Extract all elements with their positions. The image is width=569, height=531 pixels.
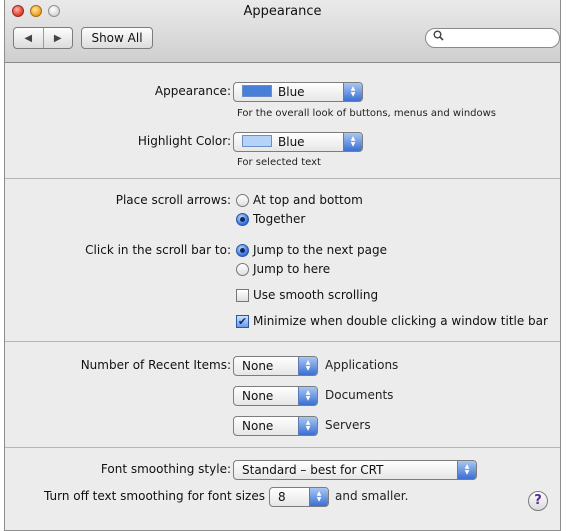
click-scroll-label: Click in the scroll bar to:	[85, 243, 231, 257]
scroll-arrows-option-together[interactable]: Together	[236, 212, 305, 226]
search-icon	[433, 30, 444, 44]
highlight-value: Blue	[278, 135, 305, 149]
radio-label: At top and bottom	[253, 193, 363, 207]
highlight-popup[interactable]: Blue ▲ ▼	[233, 132, 363, 152]
popup-arrows-icon: ▲ ▼	[298, 417, 317, 435]
click-scroll-option-next-page[interactable]: Jump to the next page	[236, 243, 387, 257]
section-divider	[5, 178, 560, 179]
radio-label: Together	[253, 212, 306, 226]
scroll-arrows-label: Place scroll arrows:	[115, 193, 231, 207]
popup-arrows-icon: ▲ ▼	[457, 461, 476, 479]
radio-label: Jump to the next page	[253, 243, 388, 257]
appearance-label: Appearance:	[154, 84, 231, 98]
forward-button[interactable]: ▶	[44, 28, 73, 48]
section-divider	[5, 447, 560, 448]
popup-arrows-icon: ▲ ▼	[343, 133, 362, 151]
radio-button-icon	[236, 243, 249, 257]
recent-documents-popup[interactable]: None ▲ ▼	[233, 386, 318, 406]
highlight-label: Highlight Color:	[137, 134, 231, 148]
help-button[interactable]: ?	[528, 491, 548, 511]
font-size-value: 8	[278, 490, 286, 504]
radio-label: Jump to here	[253, 262, 331, 276]
radio-button-icon	[236, 212, 249, 226]
recent-documents-value: None	[242, 389, 274, 403]
scroll-arrows-option-top-bottom[interactable]: At top and bottom	[236, 193, 363, 207]
font-size-popup[interactable]: 8 ▲ ▼	[269, 487, 329, 507]
section-divider	[5, 341, 560, 342]
turn-off-smoothing-label: Turn off text smoothing for font sizes	[43, 489, 265, 503]
appearance-hint: For the overall look of buttons, menus a…	[237, 108, 497, 119]
minimize-double-click-checkbox[interactable]: ✔ Minimize when double clicking a window…	[236, 314, 548, 328]
appearance-swatch	[242, 85, 272, 97]
radio-button-icon	[236, 193, 249, 207]
back-button[interactable]: ◀	[14, 28, 44, 48]
checkbox-icon	[236, 288, 249, 302]
checkbox-label: Minimize when double clicking a window t…	[253, 314, 548, 328]
radio-button-icon	[236, 262, 249, 276]
recent-applications-popup[interactable]: None ▲ ▼	[233, 356, 318, 376]
recent-servers-label: Servers	[325, 418, 371, 432]
popup-arrows-icon: ▲ ▼	[298, 387, 317, 405]
popup-arrows-icon: ▲ ▼	[309, 488, 328, 506]
font-smoothing-value: Standard – best for CRT	[242, 463, 384, 477]
popup-arrows-icon: ▲ ▼	[343, 83, 362, 101]
recent-applications-value: None	[242, 359, 274, 373]
and-smaller-label: and smaller.	[335, 489, 409, 503]
back-forward-control: ◀ ▶	[13, 27, 73, 49]
title-bar: Appearance ◀ ▶ Show All	[5, 0, 560, 63]
popup-arrows-icon: ▲ ▼	[298, 357, 317, 375]
checkbox-label: Use smooth scrolling	[253, 288, 379, 302]
recent-servers-value: None	[242, 419, 274, 433]
smooth-scrolling-checkbox[interactable]: Use smooth scrolling	[236, 288, 378, 302]
show-all-button[interactable]: Show All	[81, 27, 153, 49]
recent-servers-popup[interactable]: None ▲ ▼	[233, 416, 318, 436]
font-smoothing-label: Font smoothing style:	[100, 462, 231, 476]
appearance-popup[interactable]: Blue ▲ ▼	[233, 82, 363, 102]
recent-items-label: Number of Recent Items:	[80, 358, 231, 372]
highlight-hint: For selected text	[237, 157, 321, 168]
search-field[interactable]	[425, 28, 560, 48]
checkbox-icon: ✔	[236, 314, 249, 328]
recent-documents-label: Documents	[325, 388, 394, 402]
recent-applications-label: Applications	[325, 358, 399, 372]
font-smoothing-popup[interactable]: Standard – best for CRT ▲ ▼	[233, 460, 477, 480]
click-scroll-option-here[interactable]: Jump to here	[236, 262, 330, 276]
preferences-window: Appearance ◀ ▶ Show All Appearance: Blue…	[4, 0, 561, 531]
appearance-value: Blue	[278, 85, 305, 99]
highlight-swatch	[242, 135, 272, 147]
window-title: Appearance	[243, 4, 322, 19]
